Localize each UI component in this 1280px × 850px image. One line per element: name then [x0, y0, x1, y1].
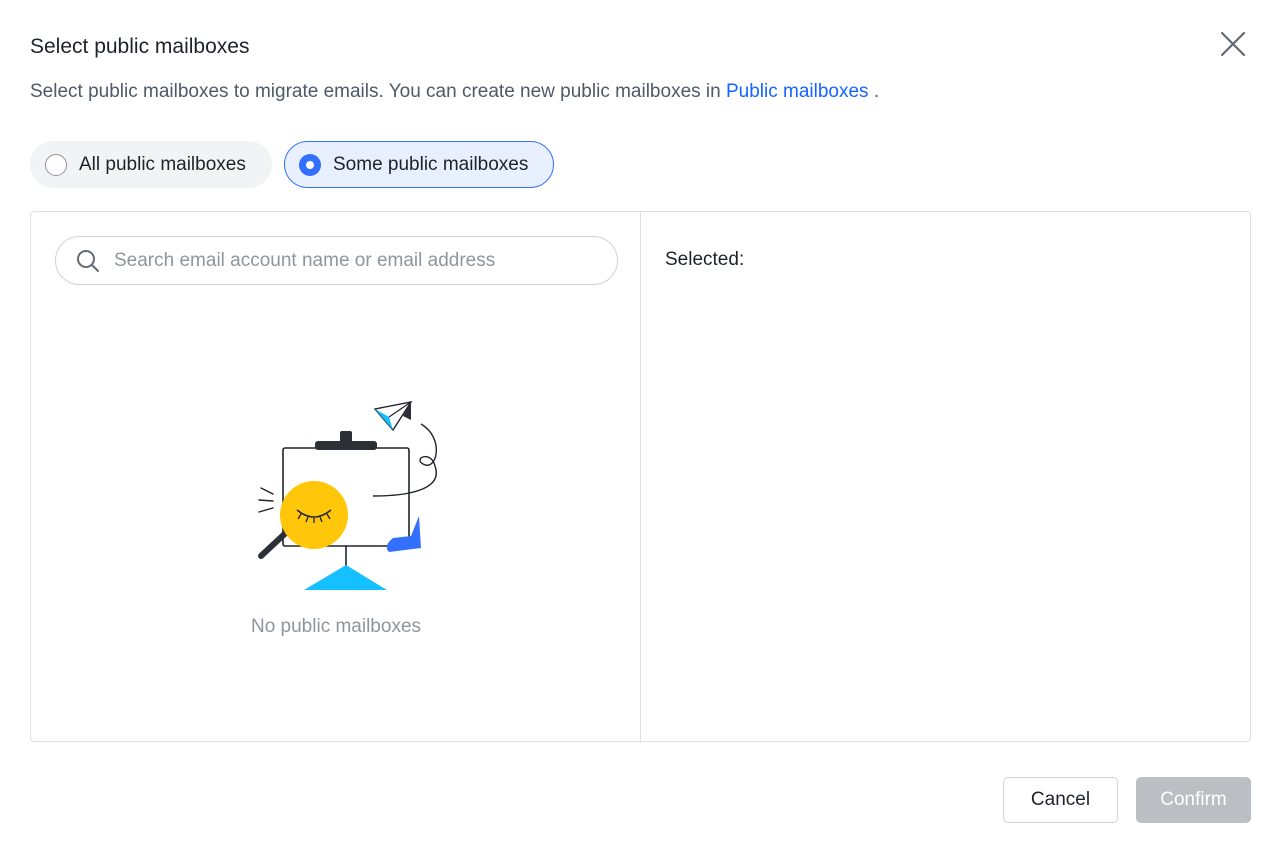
radio-checked-icon	[299, 153, 321, 176]
public-mailboxes-link[interactable]: Public mailboxes	[726, 81, 869, 102]
search-icon	[77, 249, 99, 272]
empty-state-illustration	[258, 401, 438, 590]
description-text: Select public mailboxes to migrate email…	[30, 81, 721, 102]
selected-pane: Selected:	[641, 212, 1250, 741]
radio-unchecked-icon	[45, 153, 67, 176]
search-box[interactable]	[55, 236, 618, 285]
mailbox-list-pane: No public mailboxes	[31, 212, 641, 741]
description-suffix: .	[868, 81, 880, 102]
mailbox-picker-panel: No public mailboxes Selected:	[30, 211, 1251, 742]
search-input[interactable]	[114, 249, 594, 272]
radio-label: All public mailboxes	[79, 153, 246, 175]
close-button[interactable]	[1216, 27, 1250, 61]
close-icon	[1220, 31, 1246, 57]
cancel-button[interactable]: Cancel	[1003, 777, 1118, 823]
select-public-mailboxes-dialog: Select public mailboxes Select public ma…	[0, 0, 1280, 850]
radio-label: Some public mailboxes	[333, 153, 529, 175]
selected-label: Selected:	[665, 249, 745, 270]
empty-state-text: No public mailboxes	[250, 616, 422, 637]
confirm-button[interactable]: Confirm	[1136, 777, 1251, 823]
dialog-description: Select public mailboxes to migrate email…	[30, 80, 879, 104]
dialog-title: Select public mailboxes	[30, 35, 250, 58]
radio-all-public-mailboxes[interactable]: All public mailboxes	[30, 141, 272, 188]
radio-some-public-mailboxes[interactable]: Some public mailboxes	[284, 141, 554, 188]
